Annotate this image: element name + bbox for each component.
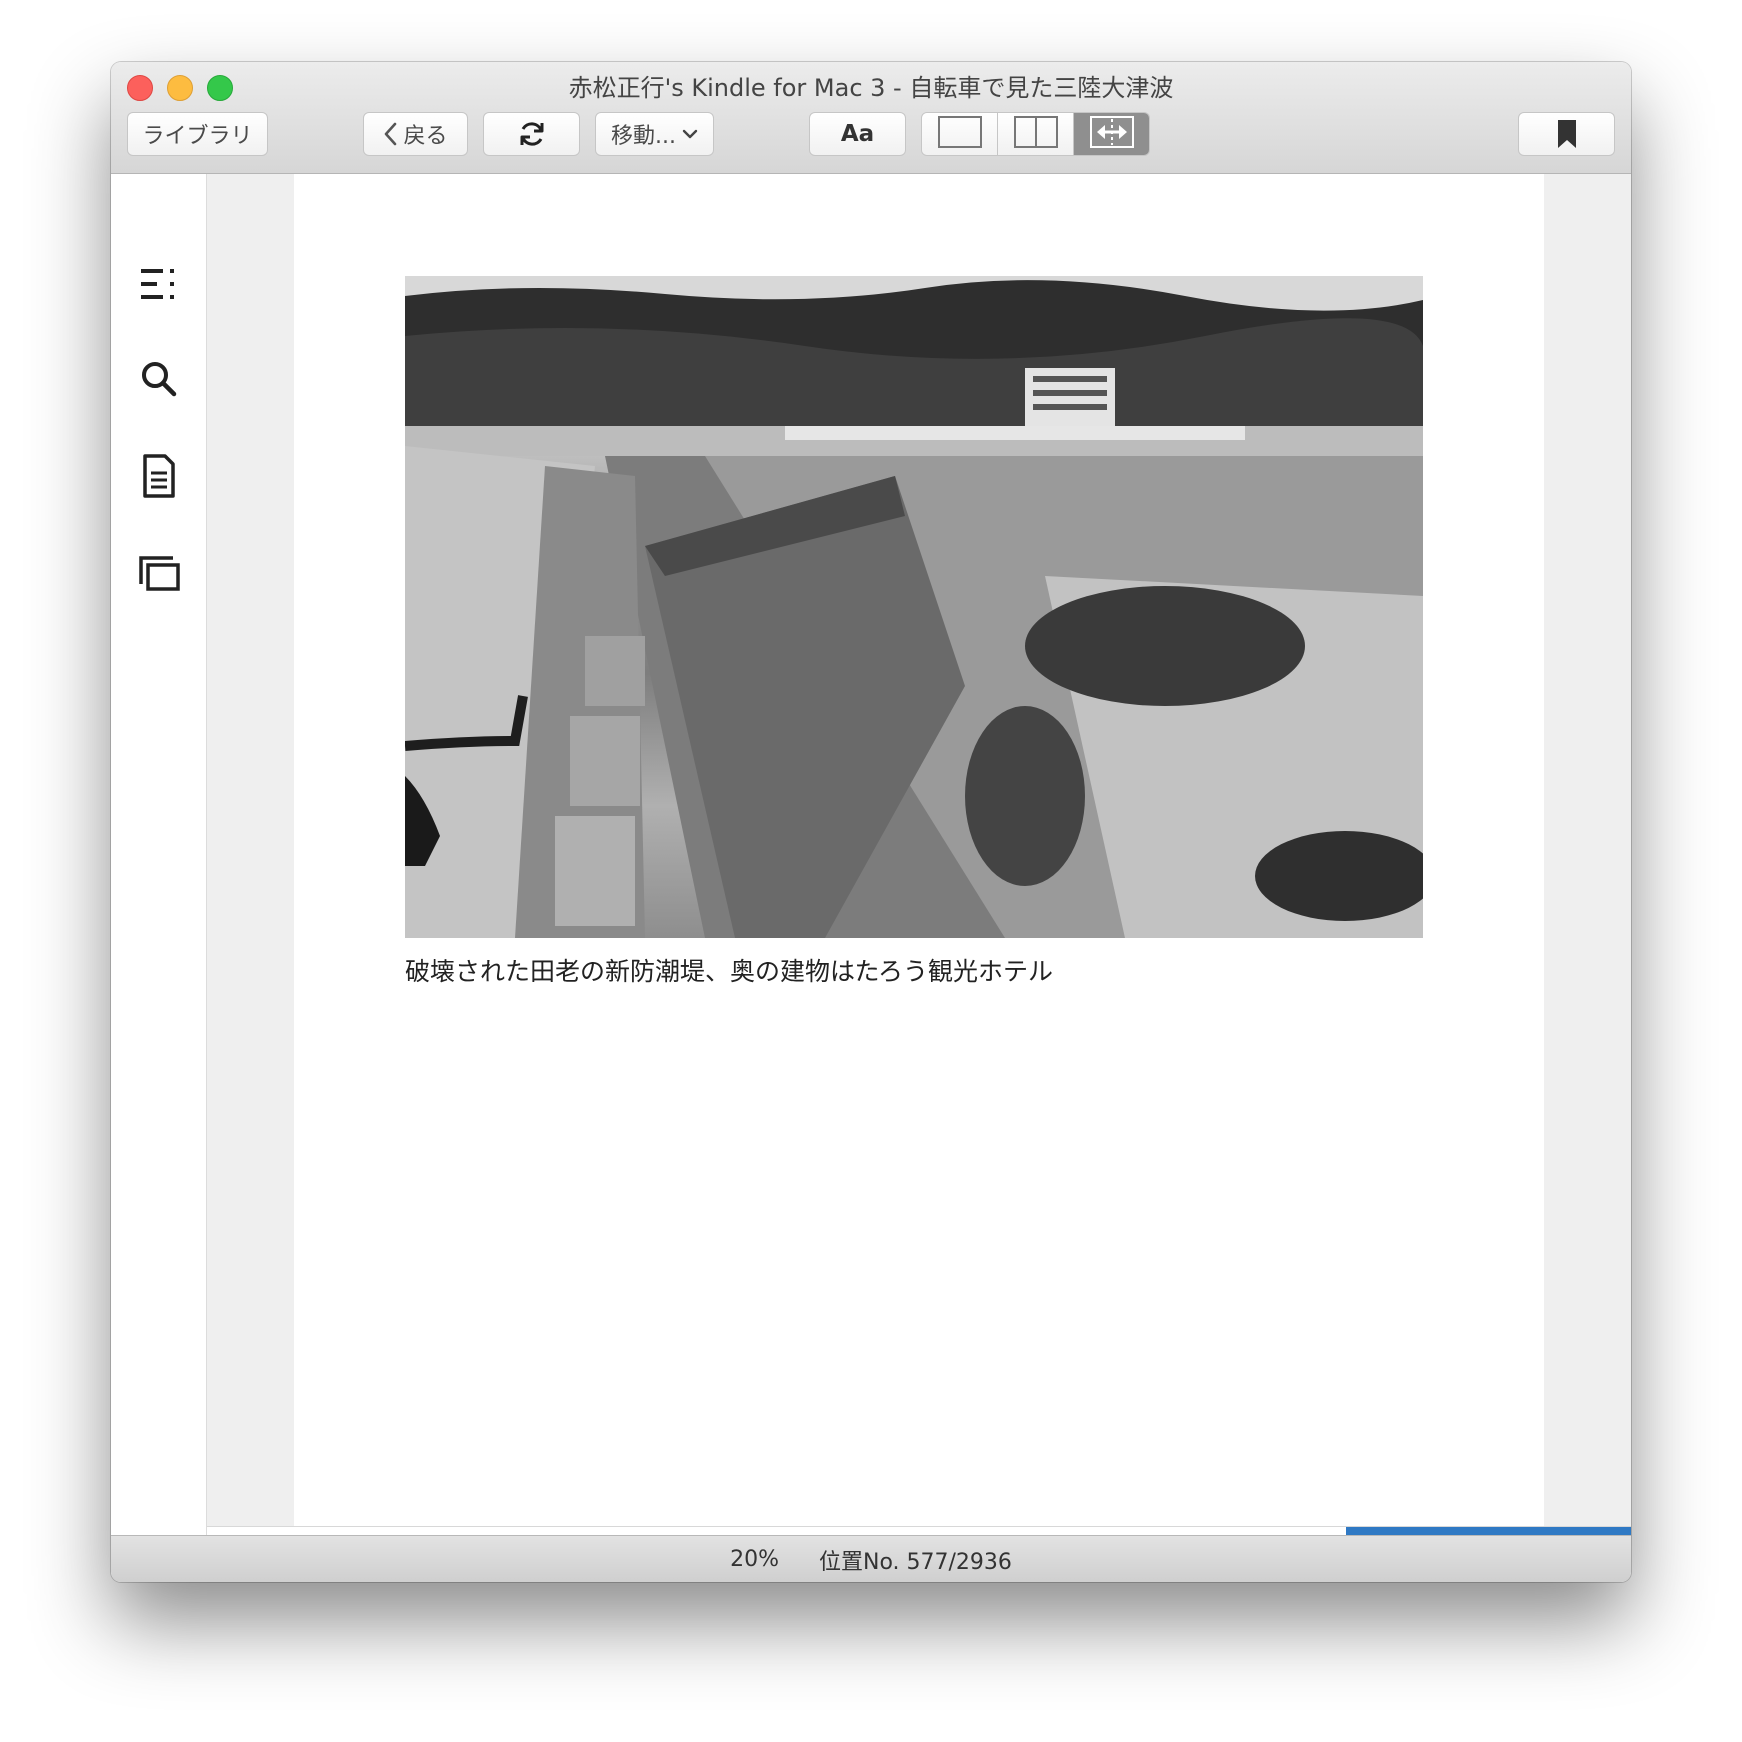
fit-width-view-button[interactable]: [1074, 113, 1149, 155]
font-label: Aa: [840, 121, 875, 147]
goto-dropdown[interactable]: 移動...: [595, 112, 714, 156]
reading-area[interactable]: 破壊された田老の新防潮堤、奥の建物はたろう観光ホテル: [207, 174, 1631, 1536]
font-settings-button[interactable]: Aa: [809, 112, 906, 156]
view-mode-control: [921, 112, 1150, 156]
window-title: 赤松正行's Kindle for Mac 3 - 自転車で見た三陸大津波: [568, 74, 1174, 102]
reading-progress-bar[interactable]: [207, 1526, 1631, 1536]
single-page-view-button[interactable]: [922, 113, 998, 155]
back-button[interactable]: 戻る: [363, 112, 468, 156]
sync-icon: [517, 119, 547, 149]
flashcards-icon[interactable]: [139, 554, 180, 594]
two-page-view-button[interactable]: [998, 113, 1074, 155]
location-readout: 位置No. 577/2936: [818, 1549, 1012, 1575]
sidebar: [111, 174, 207, 1535]
bookmark-button[interactable]: [1518, 112, 1615, 156]
status-bar: 20% 位置No. 577/2936: [111, 1535, 1631, 1582]
sync-button[interactable]: [483, 112, 580, 156]
goto-label: 移動...: [611, 124, 676, 149]
chevron-down-icon: [682, 128, 698, 140]
bookmark-icon: [1556, 119, 1578, 149]
notes-icon[interactable]: [139, 454, 179, 498]
kindle-window: 赤松正行's Kindle for Mac 3 - 自転車で見た三陸大津波 ライ…: [111, 62, 1631, 1582]
library-button[interactable]: ライブラリ: [127, 112, 268, 156]
back-label: 戻る: [403, 124, 448, 149]
book-photo: [405, 276, 1423, 938]
image-caption: 破壊された田老の新防潮堤、奥の建物はたろう観光ホテル: [405, 957, 1054, 986]
two-page-icon: [1013, 115, 1059, 153]
progress-percent: 20%: [730, 1547, 779, 1572]
table-of-contents-icon[interactable]: [139, 264, 179, 304]
search-icon[interactable]: [139, 359, 179, 399]
single-page-icon: [937, 115, 983, 153]
fit-width-icon: [1089, 115, 1135, 153]
book-page: 破壊された田老の新防潮堤、奥の建物はたろう観光ホテル: [294, 174, 1544, 1526]
title-bar: 赤松正行's Kindle for Mac 3 - 自転車で見た三陸大津波 ライ…: [111, 62, 1631, 174]
library-label: ライブラリ: [142, 124, 253, 149]
chevron-left-icon: [383, 122, 397, 146]
